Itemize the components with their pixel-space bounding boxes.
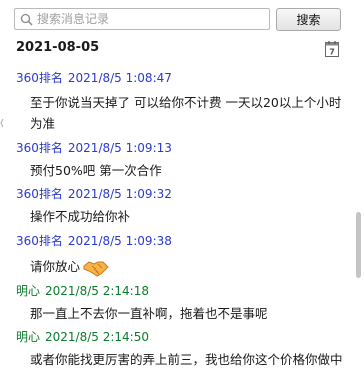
scrollbar[interactable]: [347, 40, 361, 368]
message-text: 预付50%吧 第一次合作: [30, 163, 162, 178]
message-text: 至于你说当天掉了 可以给你不计费 一天以20以上个小时为准: [30, 95, 342, 131]
date-heading: 2021-08-05: [16, 40, 100, 55]
sender-name: 360排名: [16, 141, 63, 155]
svg-text:7: 7: [329, 48, 335, 57]
message-text: 请你放心: [30, 256, 342, 278]
message-header: 360排名 2021/8/5 1:09:38: [16, 232, 172, 249]
message-text: 那一直上不去你一直补啊，拖着也不是事呢: [30, 306, 268, 321]
search-field[interactable]: [14, 8, 270, 30]
message-time: 2021/8/5 1:09:13: [67, 141, 172, 155]
message-time: 2021/8/5 1:09:38: [67, 234, 172, 248]
sender-name: 360排名: [16, 187, 63, 201]
collapse-arrow-icon[interactable]: [0, 118, 4, 128]
message-time: 2021/8/5 1:08:47: [67, 71, 172, 85]
handshake-icon: [83, 260, 109, 277]
search-input[interactable]: [37, 10, 265, 28]
message-header: 明心 2021/8/5 2:14:50: [16, 328, 149, 345]
message-header: 360排名 2021/8/5 1:09:13: [16, 139, 172, 156]
scrollbar-thumb[interactable]: [356, 212, 361, 278]
sender-name: 明心: [16, 330, 41, 344]
message-header: 明心 2021/8/5 2:14:18: [16, 282, 149, 299]
message-text: 操作不成功给你补: [30, 209, 131, 224]
sender-name: 360排名: [16, 234, 63, 248]
sender-name: 360排名: [16, 71, 63, 85]
message-time: 2021/8/5 1:09:32: [67, 187, 172, 201]
message-time: 2021/8/5 2:14:18: [45, 284, 149, 298]
message-header: 360排名 2021/8/5 1:08:47: [16, 69, 172, 86]
search-icon: [20, 13, 33, 26]
message-header: 360排名 2021/8/5 1:09:32: [16, 185, 172, 202]
sender-name: 明心: [16, 284, 41, 298]
message-text: 或者你能找更厉害的弄上前三，我也给你这个价格你做中: [30, 352, 343, 367]
search-button[interactable]: 搜索: [276, 8, 341, 31]
calendar-icon[interactable]: 7: [325, 41, 339, 57]
message-text-content: 请你放心: [30, 259, 81, 274]
message-time: 2021/8/5 2:14:50: [45, 330, 149, 344]
